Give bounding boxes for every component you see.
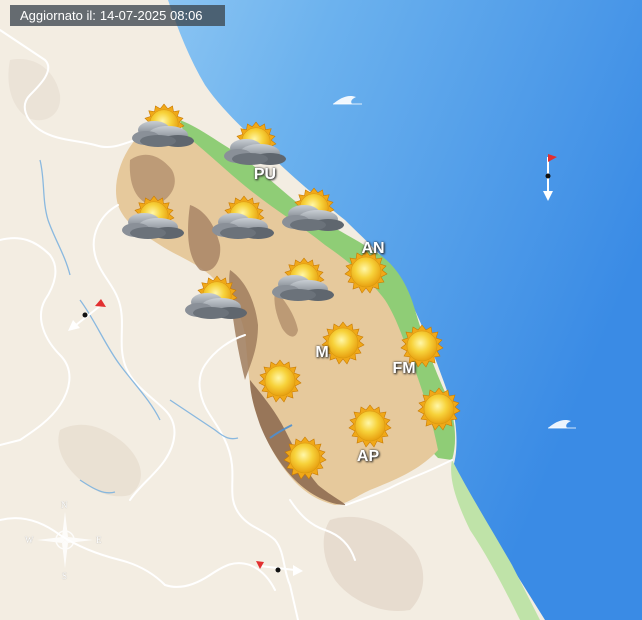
province-label-fm: FM [392,360,416,377]
compass-west-label: W [25,535,34,545]
update-datetime: 14-07-2025 08:06 [99,8,203,23]
compass-rose-icon [37,512,93,568]
compass-east-label: E [96,535,102,545]
cloudy-sun-icon[interactable] [224,122,286,165]
wind-arrow-icon [543,154,557,201]
cloudy-sun-icon[interactable] [212,196,274,239]
sun-icon[interactable] [348,404,392,448]
province-label-pu: PU [253,166,277,183]
compass-south-label: S [62,571,68,581]
wave-icon [548,419,576,429]
cloudy-sun-icon[interactable] [122,196,184,239]
wind-arrow-icon [68,299,106,331]
forecast-layer [37,95,576,576]
province-label-ap: AP [356,448,380,465]
cloudy-sun-icon[interactable] [272,258,334,301]
cloudy-sun-icon[interactable] [132,104,194,147]
sun-icon[interactable] [283,436,327,480]
province-label-mc: M [315,344,329,361]
wind-arrow-icon [256,561,303,576]
province-label-an: AN [361,240,385,257]
update-timestamp: Aggiornato il: 14-07-2025 08:06 [10,5,225,26]
update-label: Aggiornato il: [20,8,96,23]
sun-icon[interactable] [417,387,461,431]
weather-map: N S E W PU AN M FM AP Aggiornato il: 14-0… [0,0,642,620]
cloudy-sun-icon[interactable] [185,276,247,319]
wave-icon [333,95,362,105]
cloudy-sun-icon[interactable] [282,188,344,231]
sun-icon[interactable] [258,359,302,403]
compass-north-label: N [61,500,68,510]
